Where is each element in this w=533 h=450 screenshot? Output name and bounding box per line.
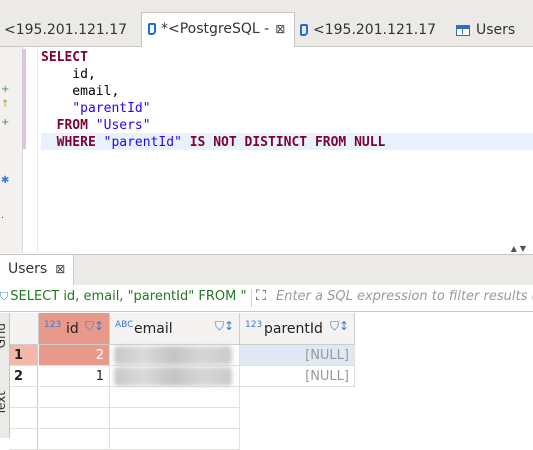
table-cell-id[interactable]: 1 bbox=[39, 366, 110, 387]
tab-connection-2[interactable]: <195.201.121.17 bbox=[298, 14, 436, 46]
tab-label: <195.201.121.17 bbox=[313, 22, 437, 38]
filter-sort-icon[interactable]: ⛉↕ bbox=[85, 319, 104, 334]
tab-connection-1[interactable]: <195.201.121.17 bbox=[4, 14, 127, 46]
sql-keyword: SELECT bbox=[41, 50, 88, 65]
gutter-separator bbox=[37, 47, 38, 253]
sql-editor-icon bbox=[148, 23, 156, 35]
empty-cell bbox=[39, 408, 110, 429]
result-view-tabs: Grid Text bbox=[0, 313, 10, 438]
empty-cell bbox=[110, 408, 240, 429]
tab-label: *<PostgreSQL - bbox=[161, 21, 270, 37]
grid-view-tab[interactable]: Grid bbox=[0, 323, 8, 348]
sql-string: "parentId" bbox=[41, 101, 151, 116]
text-view-tab[interactable]: Text bbox=[0, 391, 8, 415]
column-name: parentId bbox=[264, 321, 323, 337]
column-header-email[interactable]: ABC email ⛉↕ bbox=[110, 313, 240, 345]
sql-string: "parentId" bbox=[95, 135, 182, 150]
annotation-marker-icon: ✱ bbox=[1, 175, 10, 186]
table-cell-parentid[interactable]: [NULL] bbox=[240, 366, 355, 387]
column-header-id[interactable]: 123 id ⛉↕ bbox=[39, 313, 110, 345]
filter-query-label[interactable]: ⛉ SELECT id, email, "parentId" FROM " bbox=[0, 289, 246, 304]
filter-bar: ⛉ SELECT id, email, "parentId" FROM " ⛶ E… bbox=[0, 285, 533, 312]
filter-sort-icon[interactable]: ⛉↕ bbox=[215, 319, 234, 334]
panel-toggle-icon[interactable]: ▲▼ bbox=[511, 244, 529, 253]
results-tab-label: Users bbox=[8, 261, 48, 277]
row-header[interactable]: 1 bbox=[10, 345, 38, 366]
filter-sort-icon[interactable]: ⛉↕ bbox=[330, 319, 349, 334]
results-tab-users[interactable]: Users ⊠ bbox=[0, 255, 75, 285]
tab-postgresql-editor[interactable]: *<PostgreSQL - ⊠ bbox=[141, 12, 295, 47]
sql-string: "Users" bbox=[87, 118, 151, 133]
warning-marker-icon: ↑ bbox=[1, 99, 10, 110]
redacted-value bbox=[114, 367, 232, 386]
empty-cell bbox=[39, 429, 110, 450]
results-grid[interactable]: 123 id ⛉↕ ABC email ⛉↕ 123 parentId ⛉↕ 1… bbox=[10, 313, 533, 450]
sql-code[interactable]: SELECT id, email, "parentId" FROM "Users… bbox=[41, 49, 385, 151]
column-header-parentid[interactable]: 123 parentId ⛉↕ bbox=[240, 313, 355, 345]
empty-row-header bbox=[10, 408, 38, 429]
table-cell-id[interactable]: 2 bbox=[39, 345, 110, 366]
editor-ruler: + ↑ + ✱ · bbox=[0, 47, 23, 253]
results-tab-bar: Users ⊠ bbox=[0, 254, 533, 286]
tab-label: <195.201.121.17 bbox=[4, 22, 128, 38]
table-icon bbox=[456, 25, 470, 36]
sql-keyword: WHERE bbox=[41, 135, 96, 150]
annotation-marker-icon: · bbox=[1, 213, 5, 224]
annotation-marker-icon: + bbox=[1, 84, 10, 95]
sql-keyword: IS NOT DISTINCT FROM NULL bbox=[181, 135, 386, 150]
close-icon[interactable]: ⊠ bbox=[275, 22, 285, 36]
tab-users-table[interactable]: Users bbox=[456, 14, 515, 46]
empty-row-header bbox=[10, 429, 38, 450]
close-icon[interactable]: ⊠ bbox=[55, 262, 65, 276]
grid-corner bbox=[10, 313, 39, 345]
editor-tab-bar: <195.201.121.17 *<PostgreSQL - ⊠ <195.201… bbox=[0, 0, 533, 47]
filter-input[interactable]: Enter a SQL expression to filter results… bbox=[276, 289, 533, 304]
column-name: email bbox=[134, 321, 173, 337]
column-name: id bbox=[66, 321, 79, 337]
change-indicator bbox=[22, 49, 26, 149]
expand-icon[interactable]: ⛶ bbox=[256, 288, 266, 304]
table-cell-parentid[interactable]: [NULL] bbox=[240, 345, 355, 366]
sql-keyword: FROM bbox=[41, 118, 88, 133]
number-type-icon: 123 bbox=[245, 320, 263, 330]
divider bbox=[251, 289, 252, 307]
empty-cell bbox=[110, 387, 240, 408]
number-type-icon: 123 bbox=[44, 320, 62, 330]
text-type-icon: ABC bbox=[115, 320, 134, 330]
annotation-marker-icon: + bbox=[1, 117, 10, 128]
sql-text: id, bbox=[41, 67, 96, 82]
sql-editor-icon bbox=[300, 24, 308, 36]
empty-row-header bbox=[10, 387, 38, 408]
tab-label: Users bbox=[476, 22, 516, 38]
filter-query-text: SELECT id, email, "parentId" FROM " bbox=[10, 289, 247, 304]
filter-icon: ⛉ bbox=[0, 290, 9, 303]
redacted-value bbox=[114, 346, 232, 365]
empty-cell bbox=[39, 387, 110, 408]
sql-editor[interactable]: + ↑ + ✱ · SELECT id, email, "parentId" F… bbox=[0, 47, 533, 253]
table-cell-email[interactable] bbox=[110, 345, 240, 366]
sql-text: email, bbox=[41, 84, 120, 99]
table-cell-email[interactable] bbox=[110, 366, 240, 387]
row-header[interactable]: 2 bbox=[10, 366, 38, 387]
empty-cell bbox=[110, 429, 240, 450]
